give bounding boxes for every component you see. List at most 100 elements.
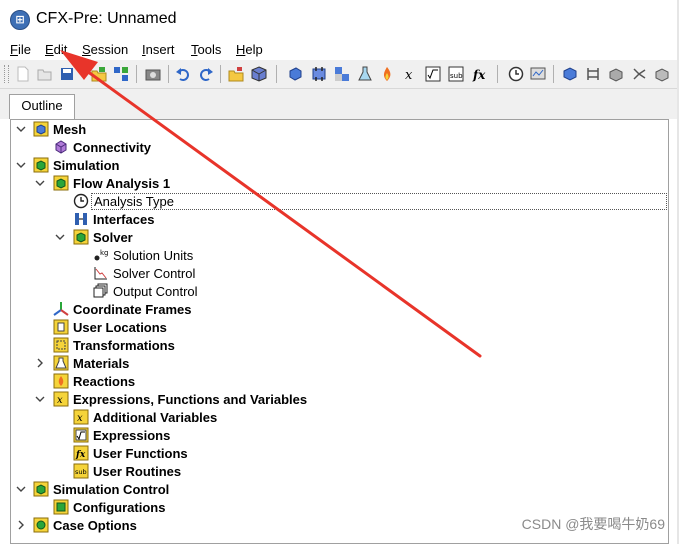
- svg-text:fx: fx: [472, 68, 486, 82]
- toolbar-separator: [136, 65, 137, 83]
- menu-file[interactable]: File: [8, 42, 33, 57]
- output-control-icon[interactable]: [607, 65, 624, 82]
- coordinate-frame-icon[interactable]: [630, 65, 647, 82]
- outline-tree[interactable]: Mesh Connectivity Simulation Flow Analys…: [10, 119, 669, 544]
- user-functions-icon: fx: [73, 445, 89, 461]
- tree-item-coordinate-frames[interactable]: Coordinate Frames: [53, 300, 191, 318]
- transform-icon[interactable]: [653, 65, 670, 82]
- tree-item-simulation-control[interactable]: Simulation Control: [33, 480, 169, 498]
- cfx-app-icon[interactable]: ⊞: [10, 10, 30, 30]
- tree-item-label: Connectivity: [73, 139, 152, 155]
- tree-item-user-functions[interactable]: fx User Functions: [73, 444, 188, 462]
- tree-item-materials[interactable]: Materials: [53, 354, 129, 372]
- tree-item-transformations[interactable]: Transformations: [53, 336, 175, 354]
- solver-control-icon[interactable]: [561, 65, 578, 82]
- tree-item-solver-control[interactable]: Solver Control: [93, 264, 195, 282]
- menu-edit[interactable]: Edit: [43, 42, 69, 57]
- simulation-icon: [33, 157, 49, 173]
- tree-item-user-locations[interactable]: User Locations: [53, 318, 167, 336]
- tree-item-label: Simulation Control: [53, 481, 170, 497]
- expression-x-icon[interactable]: x: [401, 65, 418, 82]
- clock-icon: [73, 193, 89, 209]
- toolbar-grip[interactable]: [4, 65, 9, 83]
- additional-variables-icon: x: [73, 409, 89, 425]
- timer-icon[interactable]: [507, 65, 524, 82]
- new-case-icon[interactable]: [14, 65, 31, 82]
- expression-sqrt-icon[interactable]: [424, 65, 441, 82]
- tree-item-additional-variables[interactable]: x Additional Variables: [73, 408, 217, 426]
- tree-item-expressions[interactable]: Expressions: [73, 426, 170, 444]
- domain-icon[interactable]: [286, 65, 303, 82]
- menu-session[interactable]: Session: [80, 42, 130, 57]
- tree-item-output-control[interactable]: Output Control: [93, 282, 198, 300]
- tree-item-simulation[interactable]: Simulation: [33, 156, 119, 174]
- tree-item-solution-units[interactable]: kg Solution Units: [93, 246, 193, 264]
- user-routine-sub-icon[interactable]: sub: [447, 65, 464, 82]
- package-icon[interactable]: [250, 65, 267, 82]
- expand-toggle-materials[interactable]: [35, 358, 45, 368]
- tree-item-label: Output Control: [113, 283, 198, 299]
- simulation-control-icon: [33, 481, 49, 497]
- units-icon: kg: [93, 247, 109, 263]
- tree-item-label: User Functions: [93, 445, 188, 461]
- window-title: CFX-Pre: Unnamed: [36, 10, 177, 27]
- watermark: CSDN @我要喝牛奶69: [521, 516, 665, 532]
- menu-insert[interactable]: Insert: [140, 42, 177, 57]
- subdomain-icon[interactable]: [333, 65, 350, 82]
- boundary-icon[interactable]: [310, 65, 327, 82]
- tree-item-case-options[interactable]: Case Options: [33, 516, 137, 534]
- output-control-icon: [93, 283, 109, 299]
- expand-toggle-case-options[interactable]: [16, 520, 26, 530]
- user-routines-icon: sub: [73, 463, 89, 479]
- tree-item-reactions[interactable]: Reactions: [53, 372, 135, 390]
- save-case-icon[interactable]: [58, 65, 75, 82]
- tree-item-interfaces[interactable]: Interfaces: [73, 210, 154, 228]
- collapse-toggle-simulation[interactable]: [16, 160, 26, 170]
- interfaces-icon: [73, 211, 89, 227]
- tree-item-analysis-type[interactable]: Analysis Type: [73, 192, 667, 210]
- collapse-toggle-simulation-control[interactable]: [16, 484, 26, 494]
- tree-item-expressions-functions-variables[interactable]: x Expressions, Functions and Variables: [53, 390, 307, 408]
- collapse-toggle-solver[interactable]: [55, 232, 65, 242]
- mesh-adaption-icon[interactable]: [584, 65, 601, 82]
- tree-item-solver[interactable]: Solver: [73, 228, 133, 246]
- tree-item-label: Simulation: [53, 157, 120, 173]
- tree-item-label: Case Options: [53, 517, 137, 533]
- mesh-operations-icon[interactable]: [112, 65, 129, 82]
- toolbar-separator: [168, 65, 169, 83]
- import-mesh-icon[interactable]: [90, 65, 107, 82]
- menu-tools[interactable]: Tools: [189, 42, 223, 57]
- menu-help[interactable]: Help: [234, 42, 265, 57]
- open-case-icon[interactable]: [36, 65, 53, 82]
- transformations-icon: [53, 337, 69, 353]
- tree-item-label: Expressions, Functions and Variables: [73, 391, 308, 407]
- user-function-fx-icon[interactable]: fx: [471, 65, 488, 82]
- open-folder-icon[interactable]: [227, 65, 244, 82]
- tree-item-label: Expressions: [93, 427, 171, 443]
- tree-item-user-routines[interactable]: sub User Routines: [73, 462, 181, 480]
- tree-item-label: Additional Variables: [93, 409, 218, 425]
- collapse-toggle-mesh[interactable]: [16, 124, 26, 134]
- configurations-icon: [53, 499, 69, 515]
- collapse-toggle-flow-analysis-1[interactable]: [35, 178, 45, 188]
- tree-item-label: Transformations: [73, 337, 175, 353]
- connectivity-icon: [53, 139, 69, 155]
- material-flask-icon[interactable]: [356, 65, 373, 82]
- camera-icon[interactable]: [144, 65, 161, 82]
- tree-item-label: Solver: [93, 229, 133, 245]
- monitor-icon[interactable]: [529, 65, 546, 82]
- tree-item-connectivity[interactable]: Connectivity: [53, 138, 151, 156]
- redo-icon[interactable]: [197, 65, 214, 82]
- case-options-icon: [33, 517, 49, 533]
- tree-item-mesh[interactable]: Mesh: [33, 120, 86, 138]
- undo-icon[interactable]: [174, 65, 191, 82]
- reaction-flame-icon[interactable]: [378, 65, 395, 82]
- svg-text:fx: fx: [75, 450, 86, 460]
- svg-text:x: x: [405, 68, 413, 82]
- title-bar: ⊞ CFX-Pre: Unnamed: [0, 0, 679, 40]
- tab-bar: Outline: [0, 89, 679, 119]
- tree-item-configurations[interactable]: Configurations: [53, 498, 165, 516]
- tab-outline[interactable]: Outline: [9, 94, 75, 119]
- collapse-toggle-expressions-functions-variables[interactable]: [35, 394, 45, 404]
- tree-item-flow-analysis-1[interactable]: Flow Analysis 1: [53, 174, 170, 192]
